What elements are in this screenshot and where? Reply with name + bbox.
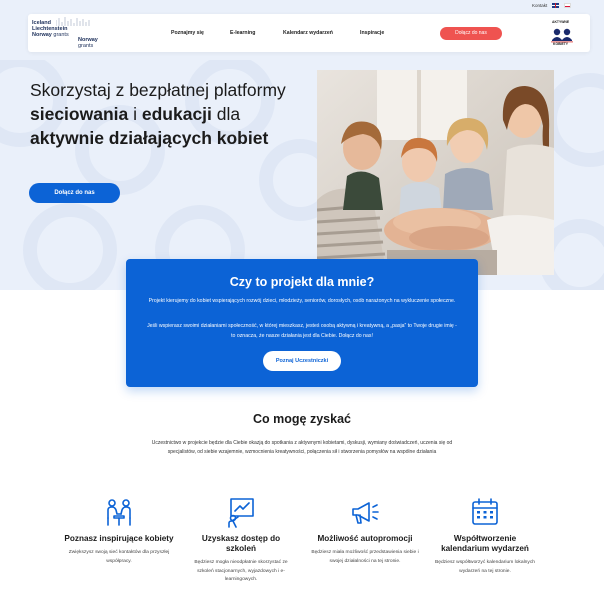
card-title: Czy to projekt dla mnie? — [229, 275, 375, 289]
presentation-board-icon — [228, 498, 254, 528]
project-info-card: Czy to projekt dla mnie? Projekt kieruje… — [126, 259, 478, 387]
nav-link-e-learning[interactable]: E-learning — [230, 30, 255, 36]
nav-link-poznajmy-sie[interactable]: Poznajmy się — [171, 30, 204, 36]
uk-flag-icon[interactable] — [552, 3, 559, 8]
hero-photo-women-hands — [317, 70, 554, 275]
calendar-icon — [472, 498, 498, 525]
feature-title: Możliwość autopromocji — [317, 534, 413, 543]
logo-lines-icon — [56, 17, 90, 26]
feature-text: Zwiększysz swoją sieć kontaktów dla przy… — [68, 550, 170, 564]
top-utility-bar: Kontakt — [0, 0, 604, 12]
join-button-hero[interactable]: Dołącz do nas — [29, 183, 120, 203]
meet-participants-button[interactable]: Poznaj Uczestniczki — [263, 351, 341, 371]
contact-link[interactable]: Kontakt — [532, 3, 547, 8]
card-paragraph-1: Projekt kierujemy do kobiet wspierającyc… — [148, 298, 456, 304]
aktywne-kobiety-logo[interactable]: AKTYWNE KOBIETY — [548, 20, 576, 48]
meeting-people-icon — [107, 499, 131, 526]
nav-link-inspiracje[interactable]: Inspiracje — [360, 30, 384, 36]
gains-heading: Co mogę zyskać — [253, 412, 351, 426]
feature-text: Będziesz mogła nieodpłatnie skorzystać z… — [194, 560, 288, 582]
logo-text-norway-grants: Norway grants — [32, 32, 69, 38]
megaphone-icon — [352, 502, 379, 524]
feature-title: Współtworzenie kalendarium wydarzeń — [441, 534, 529, 553]
card-paragraph-2: Jeśli wspierasz swoimi działaniami społe… — [147, 323, 457, 339]
hero-heading: Skorzystaj z bezpłatnej platformy siecio… — [30, 80, 286, 148]
site-header: Iceland Liechtenstein Norway grants Norw… — [28, 14, 590, 52]
feature-trainings: Uzyskasz dostęp do szkoleń Będziesz mogł… — [186, 496, 296, 585]
feature-self-promotion: Możliwość autopromocji Będziesz miała mo… — [310, 496, 420, 566]
feature-title: Poznasz inspirujące kobiety — [64, 534, 174, 543]
feature-title: Uzyskasz dostęp do szkoleń — [201, 534, 281, 553]
feature-text: Będziesz współtworzyć kalendarium lokaln… — [434, 560, 536, 574]
norway-grants-logo: Norway grants — [78, 37, 98, 49]
poland-flag-icon[interactable] — [564, 3, 571, 8]
gains-intro-text: Uczestnictwo w projekcie będzie dla Cieb… — [151, 440, 453, 455]
eea-grants-logo[interactable]: Iceland Liechtenstein Norway grants Norw… — [32, 17, 102, 49]
feature-inspiring-women: Poznasz inspirujące kobiety Zwiększysz s… — [64, 496, 174, 566]
feature-calendar: Współtworzenie kalendarium wydarzeń Będz… — [430, 496, 540, 576]
feature-text: Będziesz miała możliwość przedstawienia … — [311, 550, 419, 564]
nav-link-kalendarz[interactable]: Kalendarz wydarzeń — [283, 30, 333, 36]
join-button-header[interactable]: Dołącz do nas — [440, 27, 502, 40]
